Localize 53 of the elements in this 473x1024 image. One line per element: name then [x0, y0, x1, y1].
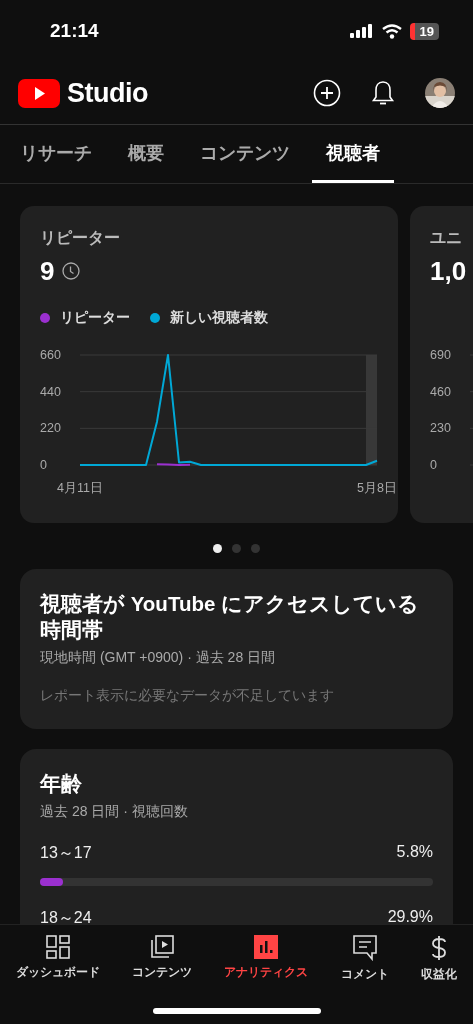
age-range: 13～17 [40, 843, 92, 863]
tab[interactable]: 視聴者 [312, 125, 394, 183]
dashboard-icon [46, 935, 71, 959]
card-subtitle: 過去 28 日間 · 視聴回数 [40, 803, 189, 821]
bell-icon[interactable] [371, 79, 395, 107]
nav-item[interactable]: アナリティクス [224, 935, 309, 980]
age-percent: 29.9% [387, 908, 433, 924]
metric-value: 1,0 [430, 255, 467, 287]
page-dot[interactable] [251, 544, 260, 553]
comment-icon [352, 935, 377, 961]
metric-card[interactable]: ユニ 1,0 690 460 230 0 [410, 206, 473, 523]
card-subtitle: 現地時間 (GMT +0900) · 過去 28 日間 [40, 649, 277, 667]
card-title: 年齢 [40, 771, 83, 797]
axis-label: 440 [40, 384, 61, 399]
legend-label: リピーター [60, 309, 130, 327]
page-dot[interactable] [232, 544, 241, 553]
axis-label: 0 [40, 458, 47, 472]
logo-text: Studio [67, 77, 148, 109]
status-time: 21:14 [50, 20, 99, 42]
dollar-icon [430, 935, 447, 961]
nav-item[interactable]: ダッシュボード [16, 935, 101, 980]
axis-label: 0 [430, 458, 437, 472]
empty-message: レポート表示に必要なデータが不足しています [40, 687, 335, 705]
card-title: ユニ [430, 228, 462, 248]
axis-label: 5月8日 [357, 481, 397, 495]
card-title: 視聴者が YouTube にアクセスしている時間帯 [40, 591, 421, 643]
signal-icon [349, 24, 374, 38]
metric-card[interactable]: リピーター 9 リピーター 新しい視聴者数 0 220 440 660 4月11日 5月8日 [20, 206, 398, 523]
axis-label: 220 [40, 421, 61, 436]
legend-label: 新しい視聴者数 [170, 309, 268, 327]
nav-item[interactable]: 収益化 [420, 935, 457, 982]
axis-label: 4月11日 [57, 481, 103, 495]
axis-label: 690 [430, 348, 451, 362]
axis-label: 660 [40, 348, 61, 362]
card-title: リピーター [40, 228, 120, 248]
axis-label: 230 [430, 421, 451, 436]
page-dot[interactable] [213, 544, 222, 553]
bar-chart-icon [254, 935, 279, 959]
play-logo-icon [18, 78, 60, 108]
create-icon[interactable] [313, 79, 341, 107]
video-library-icon [150, 935, 175, 959]
nav-item[interactable]: コンテンツ [132, 935, 193, 980]
age-percent: 5.8% [396, 843, 433, 862]
wifi-icon [381, 23, 402, 39]
axis-label: 460 [430, 384, 451, 399]
tab[interactable]: リサーチ [6, 125, 106, 183]
metric-value: 9 [40, 255, 55, 287]
clock-icon [62, 262, 81, 280]
tab[interactable]: 概要 [114, 125, 178, 183]
nav-item[interactable]: コメント [340, 935, 389, 982]
battery-indicator: 19 [409, 22, 439, 40]
age-range: 18～24 [40, 908, 92, 924]
tab[interactable]: コンテンツ [186, 125, 304, 183]
